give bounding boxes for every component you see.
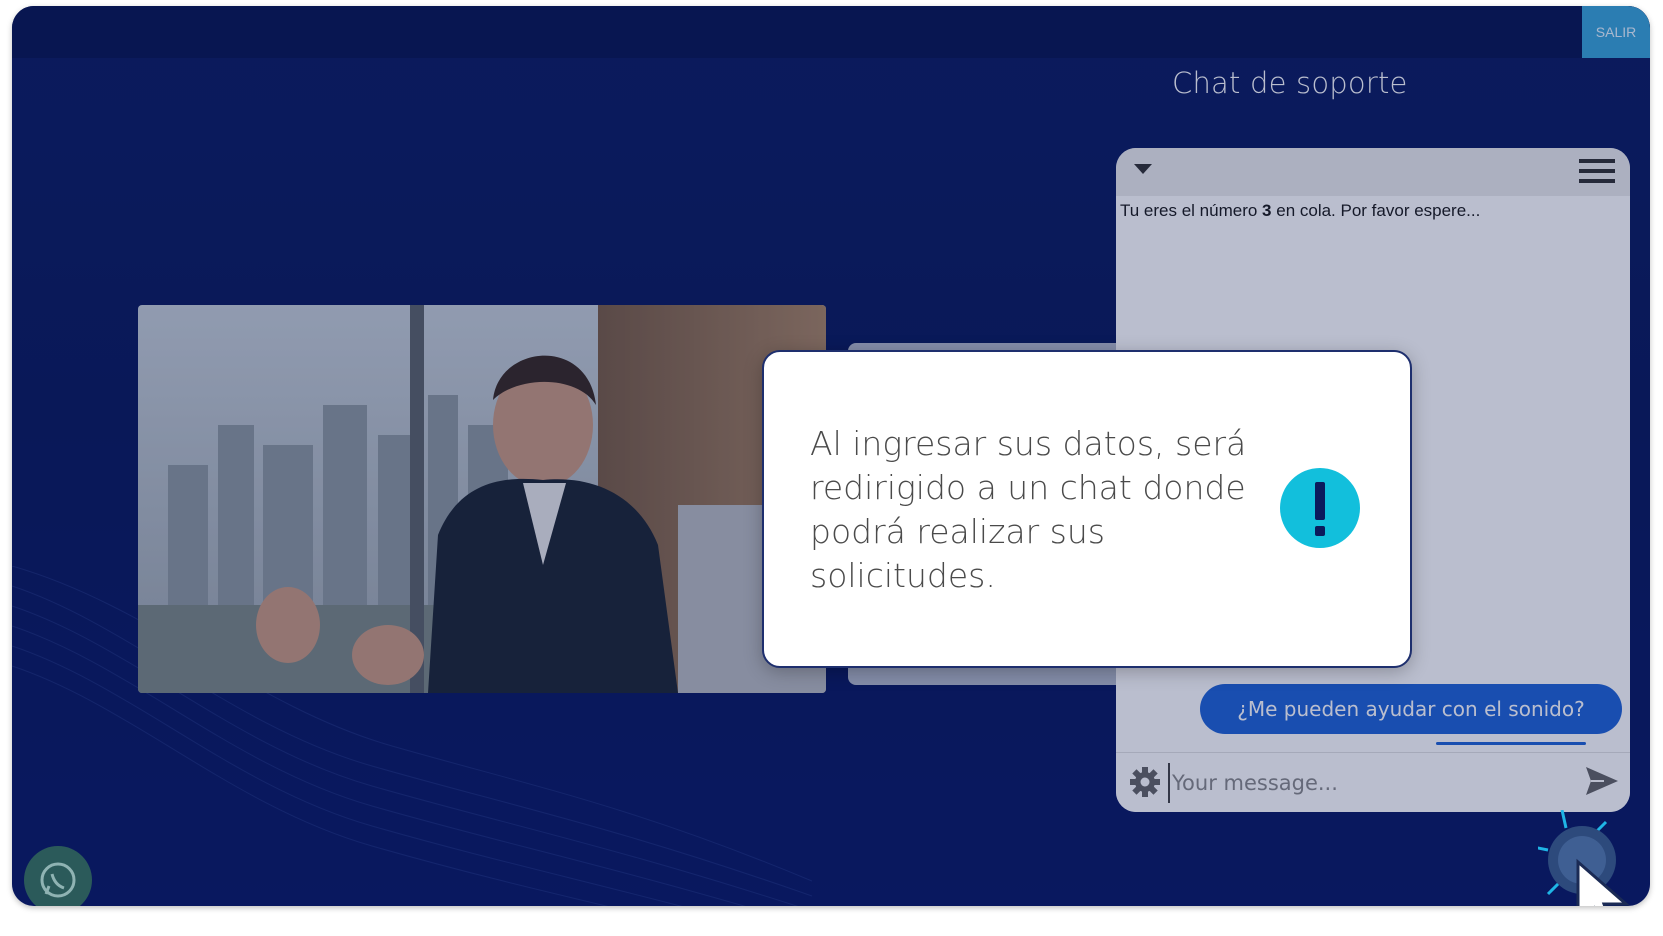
queue-number: 3	[1262, 201, 1272, 220]
whatsapp-button[interactable]	[24, 846, 92, 906]
whatsapp-icon	[40, 862, 76, 898]
notice-message: Al ingresar sus datos, será redirigido a…	[810, 424, 1247, 595]
gear-icon[interactable]	[1128, 765, 1162, 799]
chat-header	[1116, 148, 1630, 196]
message-underline	[1436, 742, 1586, 745]
info-notice-dialog: Al ingresar sus datos, será redirigido a…	[762, 350, 1412, 668]
queue-prefix: Tu eres el número	[1120, 201, 1263, 220]
top-bar	[12, 6, 1650, 58]
send-icon[interactable]	[1584, 765, 1620, 797]
chat-launcher-icon[interactable]	[1538, 810, 1650, 906]
message-input-row	[1116, 752, 1630, 812]
user-message-bubble: ¿Me pueden ayudar con el sonido?	[1200, 684, 1622, 734]
exit-button[interactable]: SALIR	[1582, 6, 1650, 58]
message-input[interactable]	[1168, 763, 1574, 803]
chat-section-title: Chat de soporte	[1172, 66, 1408, 100]
exclamation-icon	[1280, 468, 1360, 548]
hamburger-menu-icon[interactable]	[1578, 156, 1616, 186]
queue-suffix: en cola. Por favor espere...	[1271, 201, 1481, 220]
presenter-video-frame	[138, 305, 826, 693]
chevron-down-icon[interactable]	[1132, 162, 1154, 176]
presenter-video[interactable]	[138, 305, 826, 693]
queue-status: Tu eres el número 3 en cola. Por favor e…	[1120, 201, 1480, 221]
